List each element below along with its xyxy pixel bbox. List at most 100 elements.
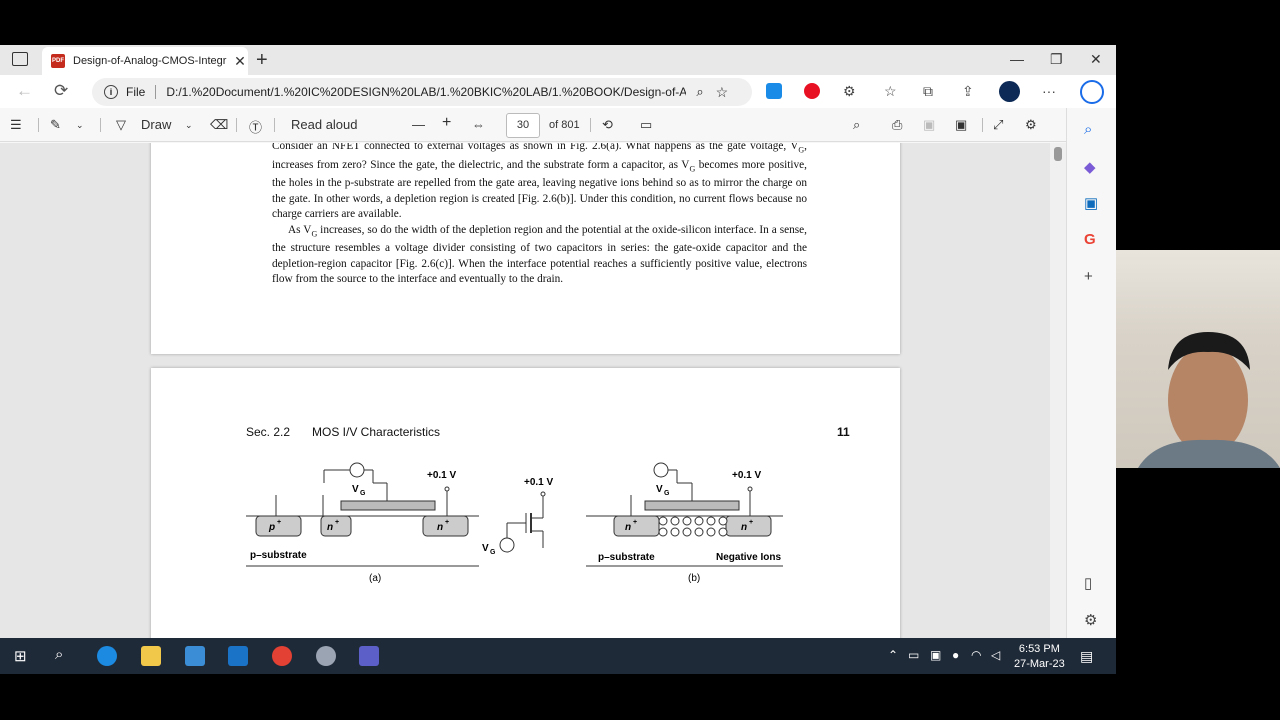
save-as-icon[interactable]: ▣	[955, 117, 967, 133]
chevron-down-icon[interactable]: ⌄	[76, 120, 84, 131]
pdf-icon: PDF	[51, 54, 65, 68]
notifications-icon[interactable]: ▤	[1080, 648, 1093, 665]
fit-page-icon[interactable]: ⇔	[472, 117, 485, 132]
taskbar: ⊞ ⌕ ⌃ ▭ ▣ ● ◠ ◁ 6:53 PM 27-Mar-23 ▤	[0, 638, 1116, 674]
contents-icon[interactable]: ☰	[10, 117, 22, 133]
google-icon[interactable]: G	[1084, 231, 1096, 248]
sidebar-toggle-icon[interactable]: ▯	[1084, 574, 1092, 592]
clock[interactable]: 6:53 PM 27-Mar-23	[1014, 642, 1065, 672]
page-view-icon[interactable]: ▭	[640, 117, 652, 133]
extension-drop-icon[interactable]	[766, 83, 782, 99]
bing-icon[interactable]	[1080, 80, 1104, 104]
store-icon[interactable]	[185, 646, 205, 666]
wifi-icon[interactable]: ◠	[971, 648, 981, 662]
divider	[590, 118, 591, 132]
browser-window: PDF Design-of-Analog-CMOS-Integr ✕ + — ❐…	[0, 45, 1116, 638]
search-icon[interactable]: ⌕	[853, 117, 860, 133]
svg-text:n: n	[625, 522, 631, 533]
profile-avatar[interactable]	[999, 81, 1020, 102]
outlook-icon[interactable]: ▣	[1084, 194, 1098, 212]
volume-icon[interactable]: ◁	[991, 648, 1000, 662]
svg-text:+: +	[445, 519, 449, 526]
url-box[interactable]: i File D:/1.%20Document/1.%20IC%20DESIGN…	[92, 78, 752, 106]
meet-now-icon[interactable]: ▣	[930, 648, 941, 662]
webcam-overlay	[1116, 250, 1280, 468]
maximize-button[interactable]: ❐	[1050, 51, 1063, 68]
chevron-down-icon[interactable]: ⌄	[185, 120, 193, 131]
person-image	[1138, 332, 1280, 468]
svg-text:+: +	[277, 519, 281, 526]
tab-actions-icon[interactable]	[12, 52, 28, 66]
back-icon[interactable]: ←	[16, 81, 33, 101]
rotate-icon[interactable]: ⟲	[602, 117, 613, 133]
svg-text:+: +	[749, 519, 753, 526]
extension-opera-icon[interactable]	[804, 83, 820, 99]
info-icon[interactable]: i	[104, 85, 118, 99]
tab-title: Design-of-Analog-CMOS-Integr	[73, 55, 227, 67]
zoom-icon[interactable]: ⌕	[696, 84, 703, 100]
zoom-in-button[interactable]: +	[442, 114, 451, 132]
close-window-button[interactable]: ✕	[1090, 51, 1102, 68]
pdf-settings-icon[interactable]: ⚙	[1025, 117, 1037, 133]
page-number-input[interactable]: 30	[506, 113, 540, 138]
extensions-icon[interactable]: ⚙	[843, 83, 856, 100]
clock-date: 27-Mar-23	[1014, 658, 1065, 670]
erase-icon[interactable]: ⌫	[210, 117, 228, 133]
read-aloud-button[interactable]: Read aloud	[291, 117, 358, 132]
figure-a: p + n + n + V G +0.1 V p–substrate (a)	[246, 462, 479, 584]
microphone-icon[interactable]: ●	[952, 648, 959, 662]
caption-a: (a)	[369, 573, 381, 584]
svg-text:G: G	[360, 490, 366, 497]
fullscreen-icon[interactable]: ⤢	[993, 117, 1003, 133]
more-icon[interactable]: ···	[1042, 83, 1056, 99]
tab-pdf[interactable]: PDF Design-of-Analog-CMOS-Integr ✕	[42, 47, 248, 75]
battery-icon: ▭	[908, 648, 920, 662]
scroll-thumb[interactable]	[1054, 147, 1062, 161]
collections-icon[interactable]: ⧉	[923, 83, 933, 100]
divider	[38, 118, 39, 132]
text-icon[interactable]: Ⓣ	[249, 117, 262, 136]
app-icon[interactable]	[316, 646, 336, 666]
draw-button[interactable]: Draw	[141, 117, 171, 132]
chevron-up-icon[interactable]: ⌃	[888, 648, 898, 662]
svg-text:V: V	[482, 543, 489, 554]
share-icon[interactable]: ⇪	[962, 83, 974, 100]
edge-icon[interactable]	[97, 646, 117, 666]
favorite-icon[interactable]: ☆	[716, 84, 729, 101]
vertical-scrollbar[interactable]	[1050, 143, 1066, 638]
label-p-plus: p	[268, 522, 275, 533]
tab-bar: PDF Design-of-Analog-CMOS-Integr ✕ + — ❐…	[0, 45, 1116, 75]
minimize-button[interactable]: —	[1010, 51, 1024, 67]
chrome-icon[interactable]	[272, 646, 292, 666]
draw-icon[interactable]: ▽	[116, 117, 126, 133]
print-icon[interactable]: ⎙	[892, 117, 902, 133]
svg-text:+0.1 V: +0.1 V	[732, 470, 762, 481]
sidebar-settings-icon[interactable]: ⚙	[1084, 611, 1097, 629]
shopping-icon[interactable]: ◆	[1084, 158, 1096, 176]
mail-icon[interactable]	[228, 646, 248, 666]
search-icon[interactable]: ⌕	[55, 646, 63, 663]
tab-close-icon[interactable]: ✕	[232, 53, 248, 70]
url-text: D:/1.%20Document/1.%20IC%20DESIGN%20LAB/…	[166, 85, 687, 99]
add-icon[interactable]: +	[1084, 268, 1093, 285]
url-scheme: File	[126, 85, 146, 99]
refresh-icon[interactable]: ⟳	[54, 81, 68, 101]
svg-text:G: G	[490, 549, 496, 556]
caption-b: (b)	[688, 573, 700, 584]
divider	[236, 118, 237, 132]
zoom-out-button[interactable]: —	[412, 117, 425, 132]
svg-text:n: n	[741, 522, 747, 533]
label-vg: V	[352, 484, 359, 495]
pdf-viewport[interactable]: Consider an NFET connected to external v…	[0, 143, 1066, 638]
label-n-plus: n	[437, 522, 443, 533]
highlight-icon[interactable]: ✎	[50, 117, 61, 133]
clock-time: 6:53 PM	[1018, 643, 1060, 655]
file-explorer-icon[interactable]	[141, 646, 161, 666]
search-icon[interactable]: ⌕	[1084, 121, 1092, 138]
windows-start-icon[interactable]: ⊞	[14, 647, 27, 665]
favorites-icon[interactable]: ☆	[884, 83, 897, 100]
svg-text:+: +	[335, 519, 339, 526]
new-tab-button[interactable]: +	[256, 49, 268, 72]
teams-icon[interactable]	[359, 646, 379, 666]
pdf-toolbar: ☰ ✎ ⌄ ▽ Draw ⌄ ⌫ Ⓣ Read aloud — + ⇔ 30 o…	[0, 108, 1116, 142]
